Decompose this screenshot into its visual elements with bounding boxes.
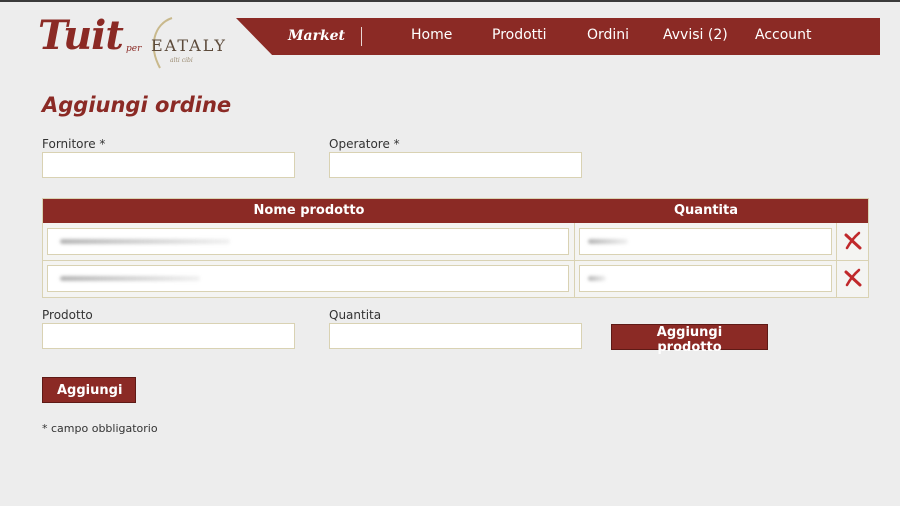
prodotto-input[interactable] <box>42 323 295 349</box>
top-border <box>0 0 900 2</box>
operatore-input[interactable] <box>329 152 582 178</box>
nav-item-prodotti[interactable]: Prodotti <box>492 27 547 43</box>
column-header-nome-prodotto: Nome prodotto <box>253 203 365 218</box>
logo-tagline: alti cibi <box>170 57 193 64</box>
fornitore-label: Fornitore * <box>42 137 106 151</box>
prodotto-label: Prodotto <box>42 308 93 322</box>
delete-row-icon[interactable] <box>843 268 863 288</box>
quantita-input[interactable] <box>329 323 582 349</box>
redacted-text <box>60 239 230 244</box>
nav-item-avvisi[interactable]: Avvisi (2) <box>663 27 728 43</box>
nav-item-account[interactable]: Account <box>755 27 812 43</box>
product-name-field[interactable] <box>47 228 569 255</box>
required-field-note: * campo obbligatorio <box>42 422 158 435</box>
quantity-field[interactable] <box>579 265 832 292</box>
delete-row-icon[interactable] <box>843 231 863 251</box>
operatore-label: Operatore * <box>329 137 400 151</box>
product-name-field[interactable] <box>47 265 569 292</box>
submit-order-button[interactable]: Aggiungi <box>42 377 136 403</box>
add-product-button[interactable]: Aggiungi prodotto <box>611 324 768 355</box>
products-table: Nome prodotto Quantita <box>42 198 869 298</box>
page-title: Aggiungi ordine <box>42 93 232 117</box>
nav-item-home[interactable]: Home <box>411 27 452 43</box>
logo-tuit-text: Tuit <box>38 12 124 59</box>
redacted-text <box>588 276 606 281</box>
table-row <box>43 223 868 260</box>
quantita-label: Quantita <box>329 308 382 322</box>
redacted-text <box>588 239 628 244</box>
quantity-field[interactable] <box>579 228 832 255</box>
fornitore-input[interactable] <box>42 152 295 178</box>
table-header: Nome prodotto Quantita <box>43 199 868 223</box>
redacted-text <box>60 276 200 281</box>
nav-brand-market[interactable]: Market <box>288 28 345 44</box>
logo-eataly-text: EATALY <box>151 36 227 55</box>
table-row <box>43 260 868 297</box>
brand-logo[interactable]: Tuit per EATALY alti cibi <box>38 12 238 72</box>
logo-per-text: per <box>126 44 142 54</box>
nav-separator <box>361 27 362 46</box>
nav-item-ordini[interactable]: Ordini <box>587 27 629 43</box>
main-nav: Market Home Prodotti Ordini Avvisi (2) A… <box>236 18 880 55</box>
column-header-quantita: Quantita <box>674 203 738 218</box>
